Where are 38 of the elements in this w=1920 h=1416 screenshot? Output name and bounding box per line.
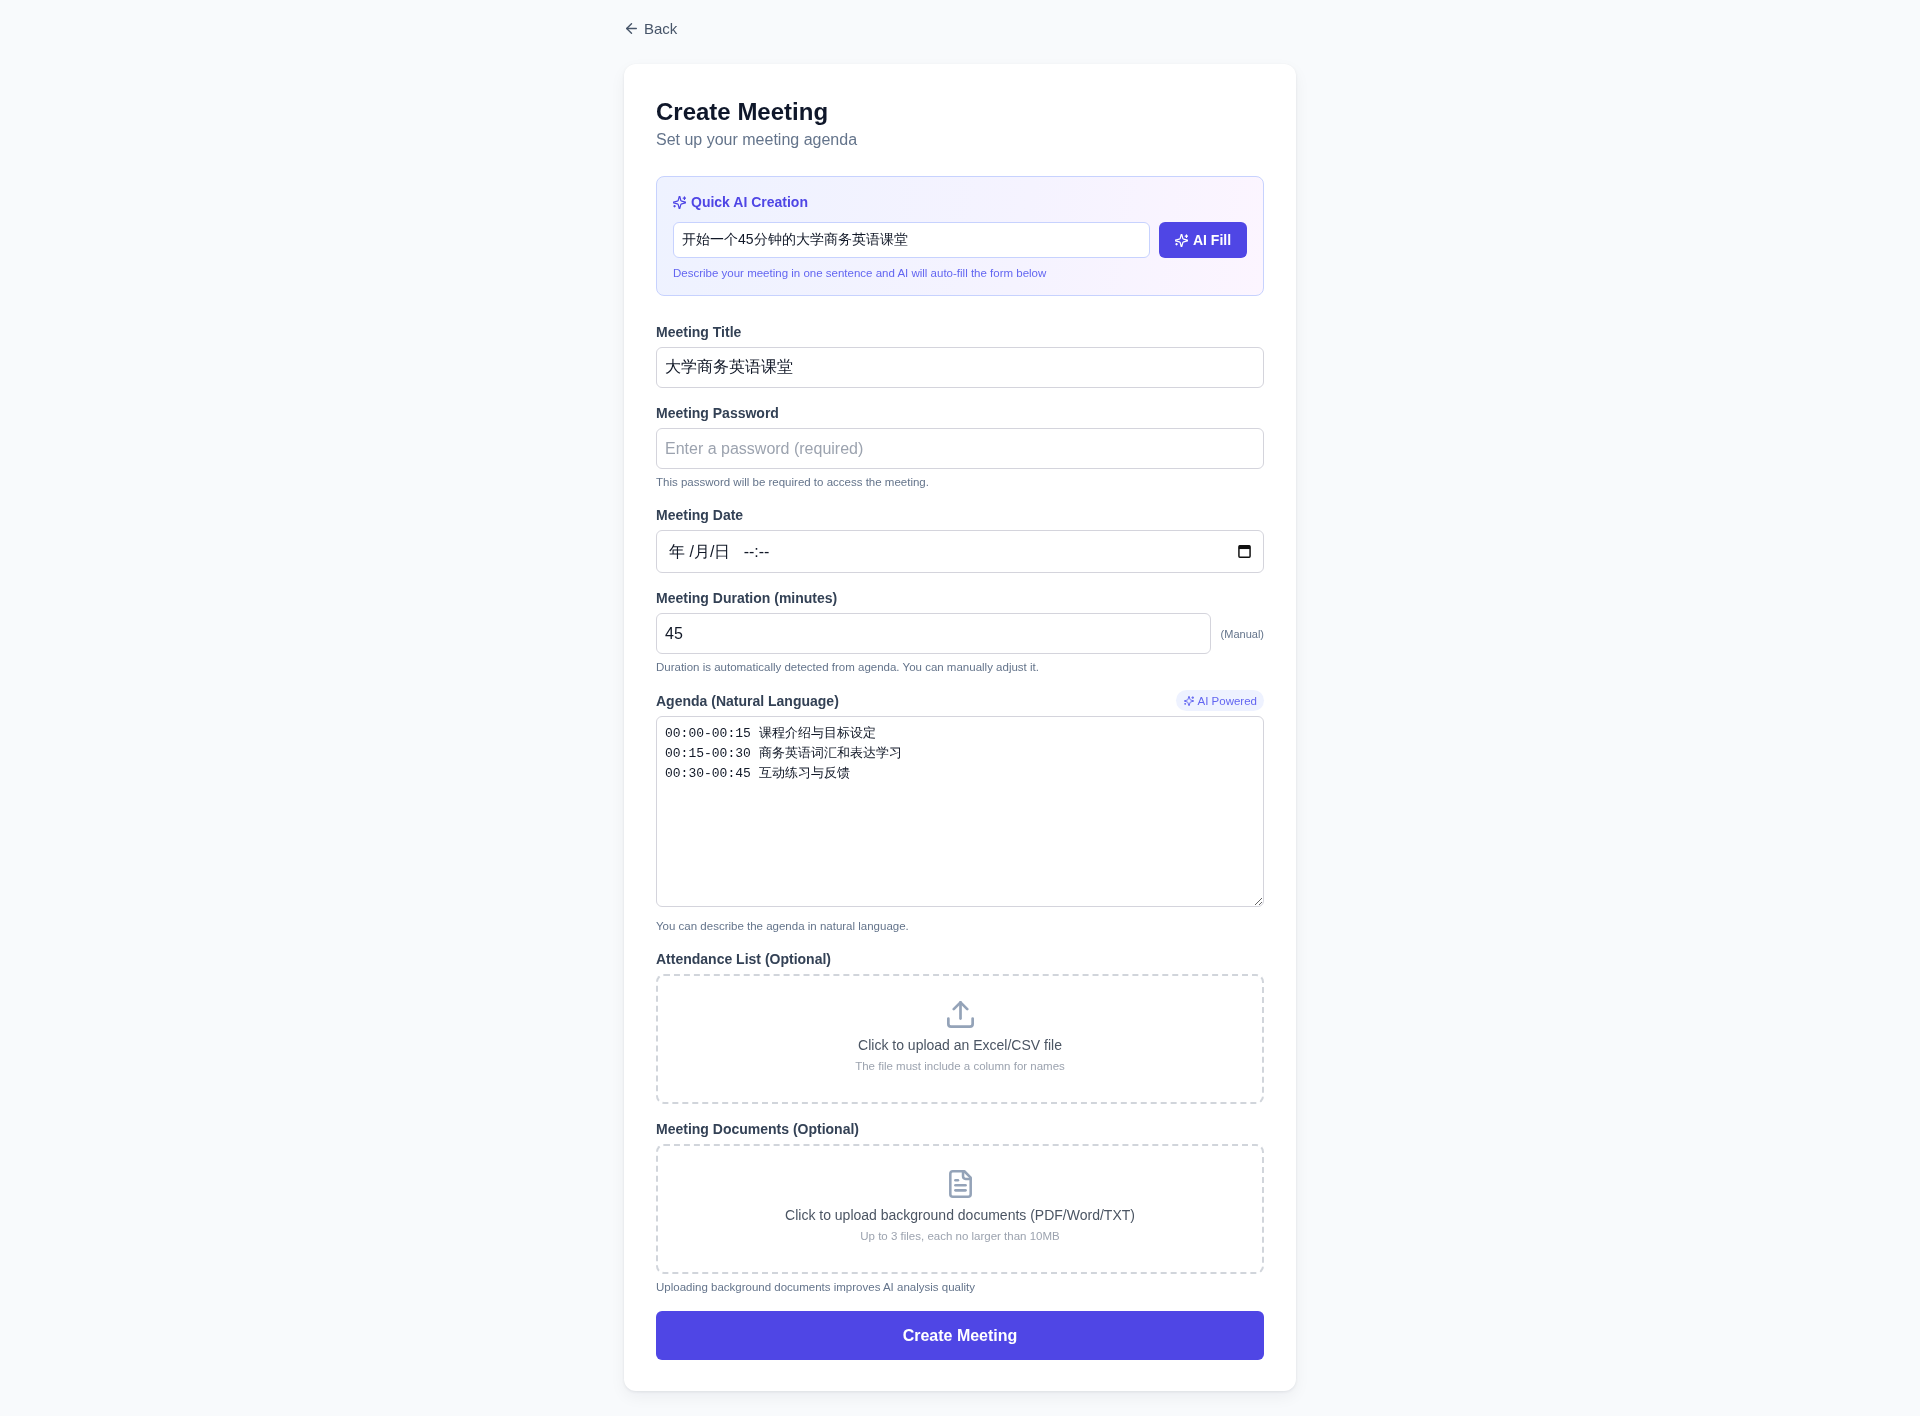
upload-dropzone[interactable]: Click to upload an Excel/CSV file The file must include a column for names [656,974,1264,1104]
number-input[interactable]: 45 [656,613,1211,654]
upload-prompt: Click to upload background documents (PDF/Word/TXT) [785,1206,1135,1225]
upload-note: Up to 3 files, each no larger than 10MB [860,1229,1060,1244]
help-text: Describe your meeting in one sentence and AI will auto-fill the form below [673,266,1048,281]
sparkle-icon [1174,233,1188,247]
field-label: Agenda (Natural Language) [656,692,839,709]
upload-prompt: Click to upload an Excel/CSV file [858,1035,1062,1055]
field-label: Attendance List (Optional) [656,951,831,967]
document-icon [948,1170,972,1198]
sparkle-icon [1183,695,1194,706]
text-input[interactable]: 大学商务英语课堂 [656,347,1264,388]
field-label: Meeting Password [656,405,779,421]
field-label: Meeting Duration (minutes) [656,590,838,606]
date-time-input[interactable]: 年 /月/日 --:-- [656,530,1264,573]
password-input[interactable]: Enter a password (required) [656,428,1264,469]
mode-note: (Manual) [1220,627,1264,640]
upload-note: The file must include a column for names [855,1058,1065,1074]
upload-dropzone[interactable]: Click to upload background documents (PDF/Word/TXT) Up to 3 files, each no larger than 10MB [656,1144,1264,1274]
help-text: You can describe the agenda in natural language. [656,919,910,934]
sparkle-icon [673,195,686,209]
page-subtitle: Set up your meeting agenda [656,130,859,150]
agenda-textarea[interactable]: 00:00-00:15 课程介绍与目标设定 00:15-00:30 商务英语词汇和表达学习 00:30-00:45 互动练习与反馈 [656,716,1264,907]
create-meeting-button[interactable]: Create Meeting [656,1311,1264,1360]
prompt-input[interactable]: 开始一个45分钟的大学商务英语课堂 [673,222,1150,258]
calendar-icon[interactable] [1238,544,1251,558]
section-heading: Quick AI Creation [691,194,808,210]
help-text: This password will be required to access the meeting. [656,475,930,490]
ai-fill-button[interactable]: AI Fill [1159,222,1247,258]
help-text: Uploading background documents improves AI analysis quality [656,1280,976,1295]
field-label: Meeting Date [656,507,744,523]
field-label: Meeting Documents (Optional) [656,1121,859,1137]
page-title: Create Meeting [656,97,830,127]
back-link[interactable]: Back [626,18,678,38]
upload-icon [946,1000,974,1028]
help-text: Duration is automatically detected from agenda. You can manually adjust it. [656,660,1040,675]
field-label: Meeting Title [656,324,742,340]
tag-text: AI Powered [1197,694,1257,707]
